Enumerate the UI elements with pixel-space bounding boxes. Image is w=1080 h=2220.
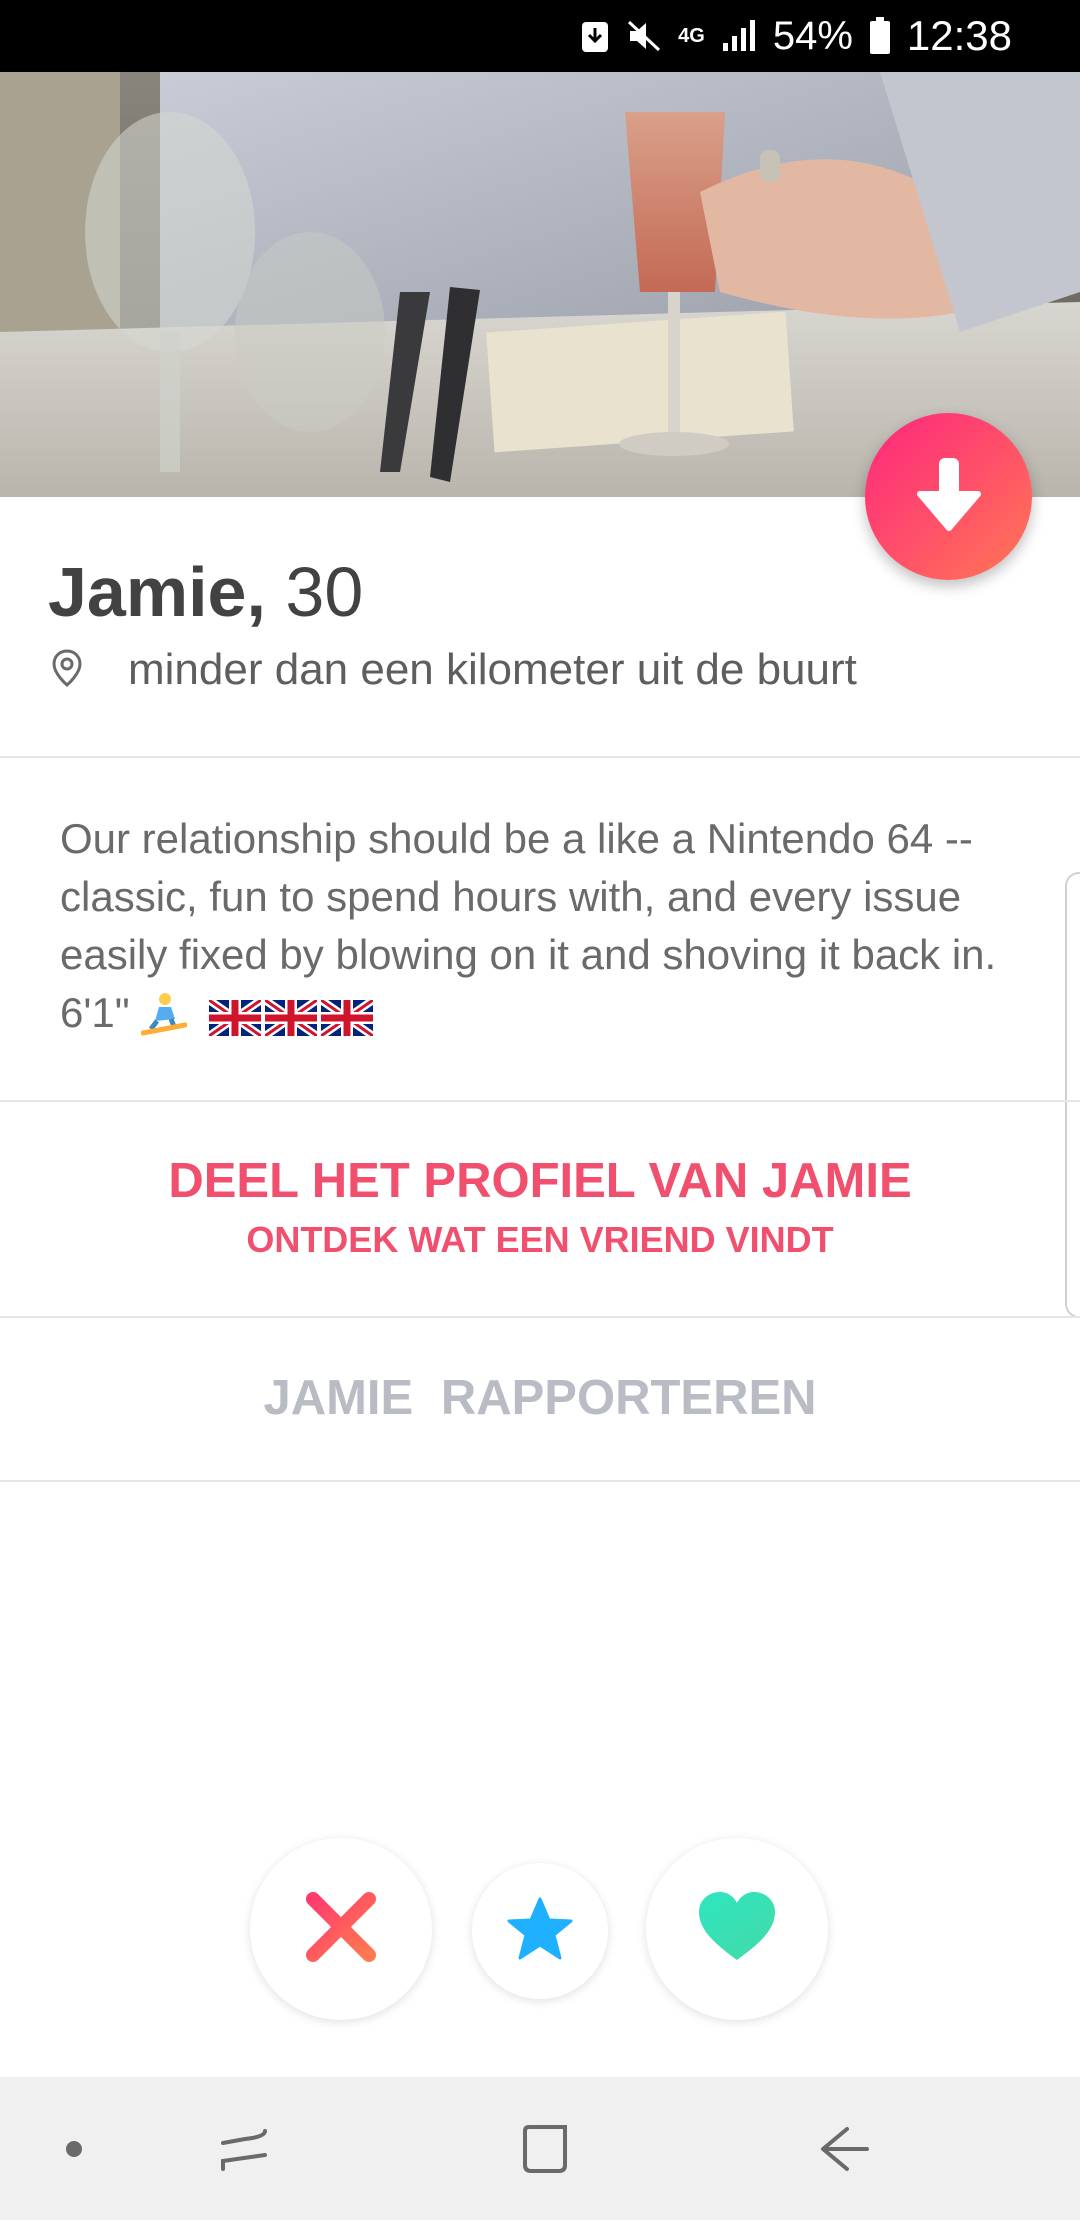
back-icon[interactable]	[800, 2077, 890, 2220]
clock: 12:38	[906, 12, 1012, 59]
recent-apps-icon[interactable]	[200, 2077, 290, 2220]
network-type: 4G	[678, 25, 705, 47]
x-icon	[301, 1887, 381, 1972]
star-icon	[507, 1897, 573, 1966]
map-pin-icon	[50, 648, 84, 693]
nope-button[interactable]	[250, 1838, 432, 2020]
divider	[0, 1480, 1080, 1482]
uk-flag-emoji	[263, 993, 320, 1051]
uk-flag-emoji	[319, 993, 376, 1051]
battery-icon	[869, 17, 891, 55]
like-button[interactable]	[646, 1838, 828, 2020]
divider	[0, 756, 1080, 758]
superlike-button[interactable]	[472, 1863, 608, 1999]
signal-icon	[721, 19, 757, 53]
profile-name-age: Jamie, 30	[48, 552, 363, 632]
status-icons: 4G 54% 12:38	[580, 0, 1012, 72]
heart-icon	[695, 1890, 779, 1969]
status-bar: 4G 54% 12:38	[0, 0, 1080, 72]
report-label: JAMIE RAPPORTEREN	[263, 1371, 817, 1425]
snowboarder-emoji	[140, 991, 188, 1052]
home-icon[interactable]	[500, 2077, 590, 2220]
location-row: minder dan een kilometer uit de buurt	[50, 645, 857, 695]
share-profile-button[interactable]: DEEL HET PROFIEL VAN JAMIE ONTDEK WAT EE…	[0, 1102, 1080, 1316]
navigation-bar	[0, 2077, 1080, 2220]
share-title: DEEL HET PROFIEL VAN JAMIE	[168, 1154, 912, 1208]
dot-icon[interactable]	[44, 2077, 104, 2220]
report-button[interactable]: JAMIE RAPPORTEREN	[0, 1318, 1080, 1480]
bio-emoji	[140, 991, 376, 1052]
location-text: minder dan een kilometer uit de buurt	[128, 645, 857, 694]
mute-icon	[626, 18, 662, 54]
download-icon	[580, 18, 610, 54]
profile-age: 30	[285, 553, 364, 631]
share-subtitle: ONTDEK WAT EEN VRIEND VINDT	[246, 1219, 834, 1260]
battery-percent: 54%	[772, 13, 853, 58]
profile-header: Jamie, 30 minder dan een kilometer uit d…	[0, 497, 1080, 757]
bio: Our relationship should be a like a Nint…	[60, 810, 1020, 1052]
uk-flag-emoji	[207, 993, 264, 1051]
profile-name: Jamie,	[48, 553, 266, 631]
